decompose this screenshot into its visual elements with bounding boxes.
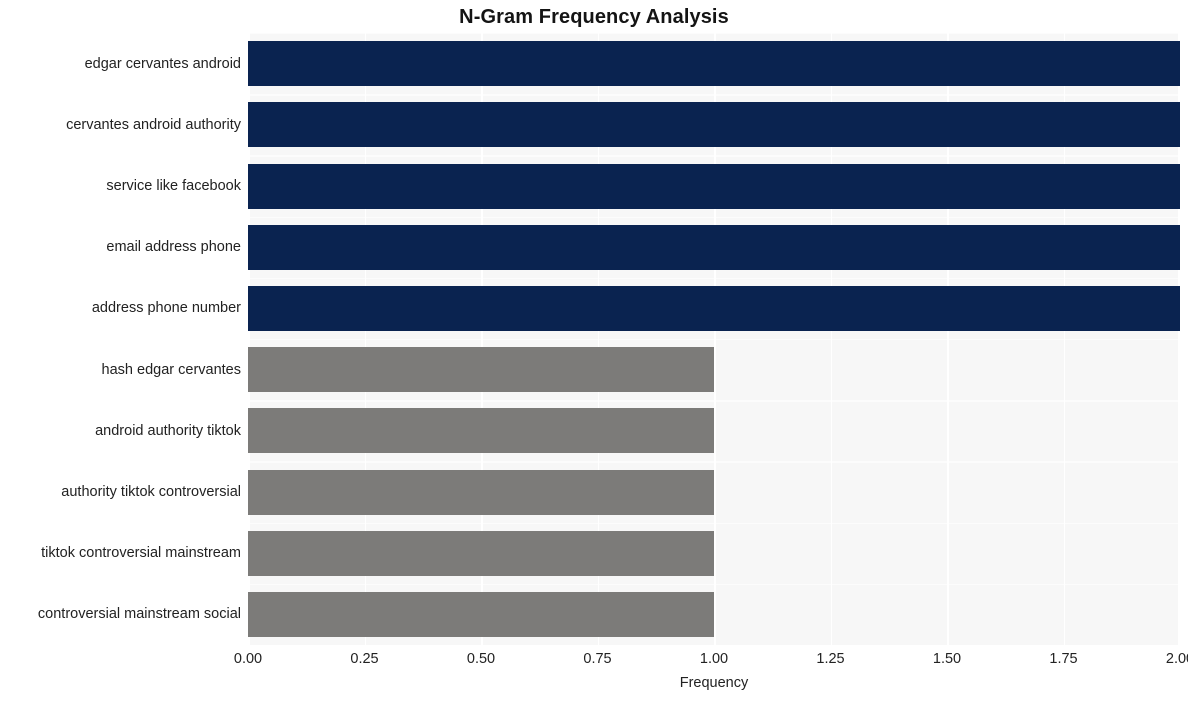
y-axis-tick-label: email address phone <box>106 239 241 256</box>
x-axis-tick-label: 1.75 <box>1049 651 1078 667</box>
y-axis-tick-label: cervantes android authority <box>66 116 241 133</box>
bar <box>248 408 714 454</box>
y-axis-tick-label: authority tiktok controversial <box>61 484 241 500</box>
x-axis-tick-label: 0.75 <box>583 651 612 667</box>
bar <box>248 285 1180 331</box>
bar <box>248 163 1180 209</box>
x-axis-tick-label: 1.25 <box>816 651 845 667</box>
bar <box>248 347 714 393</box>
y-axis-tick-label: tiktok controversial mainstream <box>41 545 241 562</box>
x-axis-tick-label: 1.50 <box>932 651 962 667</box>
y-axis-tick-label: android authority tiktok <box>95 422 241 439</box>
bar <box>248 102 1180 148</box>
bar <box>248 41 1180 87</box>
y-axis-tick-label: address phone number <box>91 300 241 317</box>
page-title: N-Gram Frequency Analysis <box>459 6 729 28</box>
bar <box>248 469 714 515</box>
y-axis-tick-label: edgar cervantes android <box>84 55 241 72</box>
y-axis-tick-label: hash edgar cervantes <box>101 361 241 378</box>
y-axis-tick-label: controversial mainstream social <box>37 606 241 623</box>
bar <box>248 591 714 637</box>
bar <box>248 224 1180 270</box>
y-axis-tick-label: service like facebook <box>106 178 241 194</box>
x-axis-tick-label: 0.00 <box>233 651 263 667</box>
plot-area <box>248 33 1180 645</box>
x-axis-label: Frequency <box>679 675 749 691</box>
x-axis-tick-label: 0.50 <box>466 651 496 667</box>
chart-figure: N-Gram Frequency Analysis edgar cervante… <box>0 0 1188 701</box>
x-axis-tick-label: 2.00 <box>1165 651 1188 667</box>
bar <box>248 530 714 576</box>
x-axis-tick-label: 1.00 <box>699 651 729 667</box>
x-axis-tick-label: 0.25 <box>350 651 379 667</box>
